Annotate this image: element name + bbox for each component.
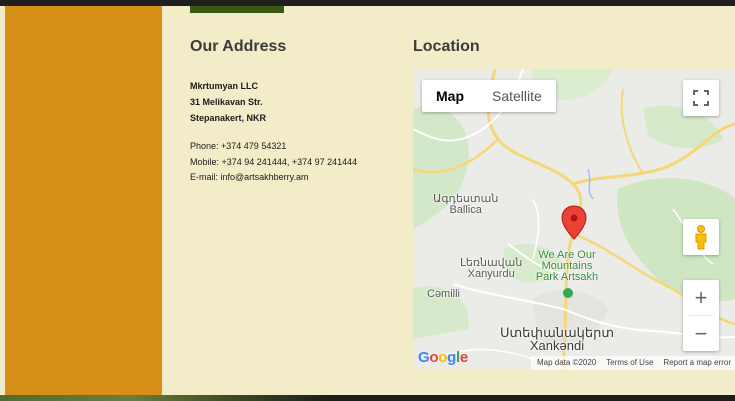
mobile: Mobile: +374 94 241444, +374 97 241444 [190, 156, 358, 167]
report-error-link[interactable]: Report a map error [663, 356, 731, 370]
street: 31 Melikavan Str. [190, 97, 263, 107]
email[interactable]: E-mail: info@artsakhberry.am [190, 170, 357, 186]
bottom-strip [0, 395, 735, 401]
bottom-image-edge [0, 395, 330, 401]
street-view-button[interactable] [683, 219, 719, 255]
map-label-camilli: Cəmilli [427, 288, 460, 300]
zoom-out-button[interactable]: − [683, 316, 719, 351]
map-footer: Map data ©2020 Terms of Use Report a map… [531, 356, 735, 370]
city: Stepanakert, NKR [190, 113, 267, 123]
map-type-map[interactable]: Map [422, 80, 478, 112]
google-map[interactable]: Ագդեստան Ballica Լեռնավան Xanyurdu We Ar… [413, 69, 735, 370]
zoom-in-button[interactable]: + [683, 280, 719, 315]
zoom-control: + − [683, 280, 719, 351]
location-title: Location [413, 38, 480, 55]
map-type-control: Map Satellite [422, 80, 556, 112]
header-button[interactable] [190, 6, 284, 13]
address-block: Mkrtumyan LLC 31 Melikavan Str. Stepanak… [190, 78, 266, 126]
phone: Phone: +374 479 54321 [190, 141, 287, 151]
pegman-icon [695, 225, 707, 250]
map-data-credit: Map data ©2020 [537, 358, 597, 367]
map-label-xanyurdu: Լեռնավան Xanyurdu [460, 257, 523, 280]
company-name: Mkrtumyan LLC [190, 81, 259, 91]
map-label-poi[interactable]: We Are Our Mountains Park Artsakh [531, 250, 603, 283]
map-type-satellite[interactable]: Satellite [478, 80, 556, 112]
fullscreen-icon [693, 90, 709, 106]
map-label-stepanakert: Ստեփանակերտ Xankəndi [500, 325, 615, 353]
terms-link[interactable]: Terms of Use [606, 356, 653, 370]
address-title: Our Address [190, 38, 287, 55]
park-poi-icon[interactable] [563, 288, 573, 298]
contacts-block: Phone: +374 479 54321 Mobile: +374 94 24… [190, 139, 357, 186]
page: Our Address Mkrtumyan LLC 31 Melikavan S… [0, 0, 735, 395]
google-logo[interactable]: Google [418, 349, 468, 366]
sidebar [5, 6, 162, 395]
fullscreen-button[interactable] [683, 80, 719, 116]
map-label-ballica: Ագդեստան Ballica [433, 193, 499, 216]
